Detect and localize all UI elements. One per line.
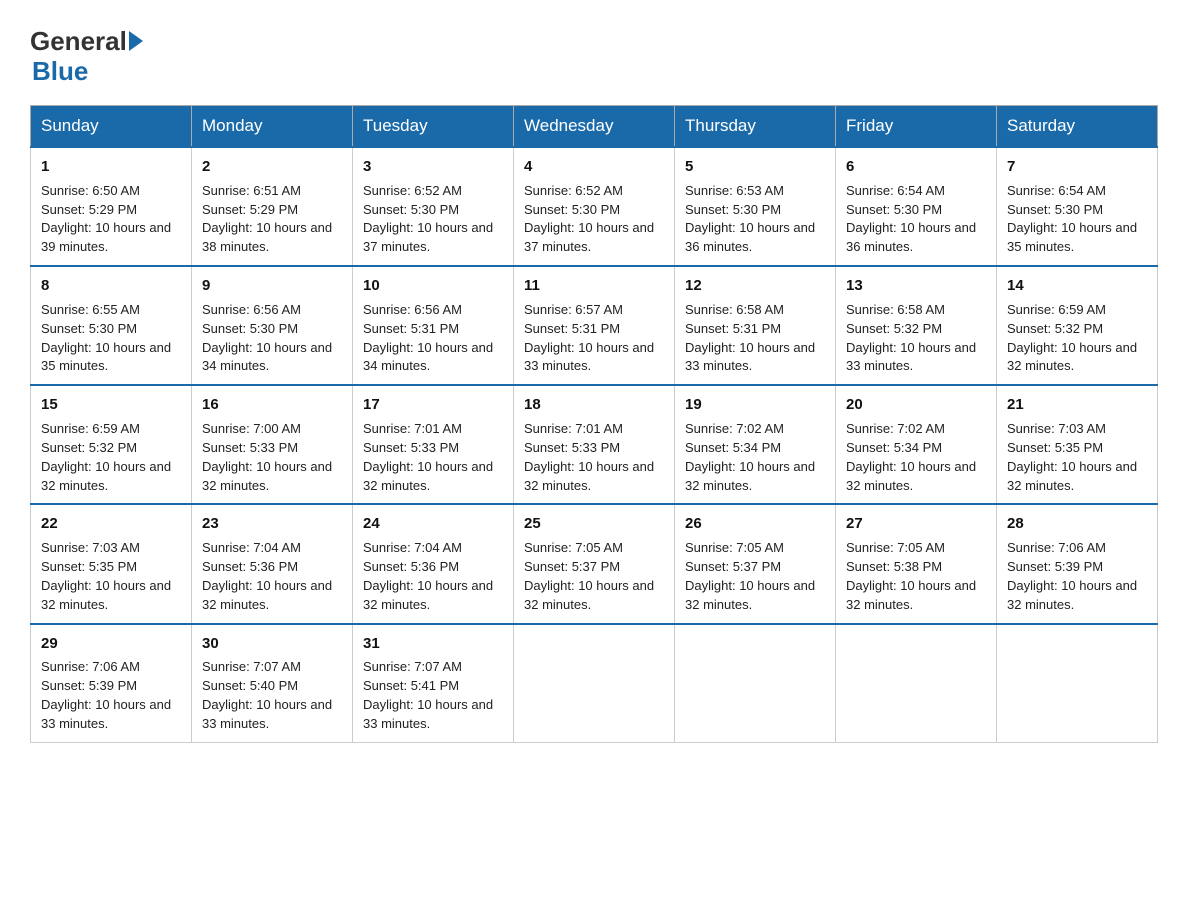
weekday-header-wednesday: Wednesday	[514, 106, 675, 148]
day-number: 12	[685, 275, 825, 297]
calendar-cell: 19Sunrise: 7:02 AMSunset: 5:34 PMDayligh…	[675, 385, 836, 504]
day-number: 11	[524, 275, 664, 297]
weekday-header-tuesday: Tuesday	[353, 106, 514, 148]
day-number: 5	[685, 156, 825, 178]
calendar-cell: 24Sunrise: 7:04 AMSunset: 5:36 PMDayligh…	[353, 504, 514, 623]
calendar-cell: 21Sunrise: 7:03 AMSunset: 5:35 PMDayligh…	[997, 385, 1158, 504]
calendar-cell: 8Sunrise: 6:55 AMSunset: 5:30 PMDaylight…	[31, 266, 192, 385]
calendar-cell: 13Sunrise: 6:58 AMSunset: 5:32 PMDayligh…	[836, 266, 997, 385]
calendar-cell: 23Sunrise: 7:04 AMSunset: 5:36 PMDayligh…	[192, 504, 353, 623]
calendar-cell: 3Sunrise: 6:52 AMSunset: 5:30 PMDaylight…	[353, 147, 514, 266]
week-row-5: 29Sunrise: 7:06 AMSunset: 5:39 PMDayligh…	[31, 624, 1158, 743]
calendar-cell: 30Sunrise: 7:07 AMSunset: 5:40 PMDayligh…	[192, 624, 353, 743]
logo-blue-text: Blue	[32, 56, 88, 87]
calendar-cell: 29Sunrise: 7:06 AMSunset: 5:39 PMDayligh…	[31, 624, 192, 743]
calendar-cell: 17Sunrise: 7:01 AMSunset: 5:33 PMDayligh…	[353, 385, 514, 504]
day-number: 3	[363, 156, 503, 178]
day-number: 7	[1007, 156, 1147, 178]
day-number: 13	[846, 275, 986, 297]
day-number: 20	[846, 394, 986, 416]
day-number: 2	[202, 156, 342, 178]
calendar-cell	[836, 624, 997, 743]
calendar-cell	[675, 624, 836, 743]
header: General Blue	[30, 20, 1158, 87]
calendar-cell: 12Sunrise: 6:58 AMSunset: 5:31 PMDayligh…	[675, 266, 836, 385]
calendar-cell: 25Sunrise: 7:05 AMSunset: 5:37 PMDayligh…	[514, 504, 675, 623]
weekday-header-sunday: Sunday	[31, 106, 192, 148]
calendar-cell: 27Sunrise: 7:05 AMSunset: 5:38 PMDayligh…	[836, 504, 997, 623]
day-number: 14	[1007, 275, 1147, 297]
day-number: 24	[363, 513, 503, 535]
calendar-cell: 31Sunrise: 7:07 AMSunset: 5:41 PMDayligh…	[353, 624, 514, 743]
calendar-cell: 6Sunrise: 6:54 AMSunset: 5:30 PMDaylight…	[836, 147, 997, 266]
day-number: 28	[1007, 513, 1147, 535]
day-number: 1	[41, 156, 181, 178]
day-number: 19	[685, 394, 825, 416]
calendar-cell: 2Sunrise: 6:51 AMSunset: 5:29 PMDaylight…	[192, 147, 353, 266]
day-number: 21	[1007, 394, 1147, 416]
calendar-table: SundayMondayTuesdayWednesdayThursdayFrid…	[30, 105, 1158, 743]
week-row-4: 22Sunrise: 7:03 AMSunset: 5:35 PMDayligh…	[31, 504, 1158, 623]
day-number: 15	[41, 394, 181, 416]
week-row-3: 15Sunrise: 6:59 AMSunset: 5:32 PMDayligh…	[31, 385, 1158, 504]
day-number: 8	[41, 275, 181, 297]
day-number: 18	[524, 394, 664, 416]
calendar-cell: 4Sunrise: 6:52 AMSunset: 5:30 PMDaylight…	[514, 147, 675, 266]
day-number: 10	[363, 275, 503, 297]
day-number: 4	[524, 156, 664, 178]
day-number: 25	[524, 513, 664, 535]
day-number: 9	[202, 275, 342, 297]
day-number: 31	[363, 633, 503, 655]
calendar-cell	[997, 624, 1158, 743]
calendar-cell: 26Sunrise: 7:05 AMSunset: 5:37 PMDayligh…	[675, 504, 836, 623]
weekday-header-thursday: Thursday	[675, 106, 836, 148]
logo-arrow-icon	[129, 31, 143, 51]
logo: General Blue	[30, 28, 145, 87]
weekday-header-row: SundayMondayTuesdayWednesdayThursdayFrid…	[31, 106, 1158, 148]
day-number: 16	[202, 394, 342, 416]
day-number: 26	[685, 513, 825, 535]
weekday-header-saturday: Saturday	[997, 106, 1158, 148]
calendar-cell	[514, 624, 675, 743]
day-number: 29	[41, 633, 181, 655]
calendar-cell: 28Sunrise: 7:06 AMSunset: 5:39 PMDayligh…	[997, 504, 1158, 623]
calendar-cell: 20Sunrise: 7:02 AMSunset: 5:34 PMDayligh…	[836, 385, 997, 504]
week-row-2: 8Sunrise: 6:55 AMSunset: 5:30 PMDaylight…	[31, 266, 1158, 385]
calendar-cell: 7Sunrise: 6:54 AMSunset: 5:30 PMDaylight…	[997, 147, 1158, 266]
calendar-cell: 9Sunrise: 6:56 AMSunset: 5:30 PMDaylight…	[192, 266, 353, 385]
calendar-cell: 11Sunrise: 6:57 AMSunset: 5:31 PMDayligh…	[514, 266, 675, 385]
calendar-cell: 18Sunrise: 7:01 AMSunset: 5:33 PMDayligh…	[514, 385, 675, 504]
calendar-cell: 15Sunrise: 6:59 AMSunset: 5:32 PMDayligh…	[31, 385, 192, 504]
day-number: 17	[363, 394, 503, 416]
day-number: 23	[202, 513, 342, 535]
day-number: 30	[202, 633, 342, 655]
day-number: 22	[41, 513, 181, 535]
calendar-cell: 22Sunrise: 7:03 AMSunset: 5:35 PMDayligh…	[31, 504, 192, 623]
calendar-cell: 10Sunrise: 6:56 AMSunset: 5:31 PMDayligh…	[353, 266, 514, 385]
weekday-header-friday: Friday	[836, 106, 997, 148]
weekday-header-monday: Monday	[192, 106, 353, 148]
calendar-cell: 16Sunrise: 7:00 AMSunset: 5:33 PMDayligh…	[192, 385, 353, 504]
week-row-1: 1Sunrise: 6:50 AMSunset: 5:29 PMDaylight…	[31, 147, 1158, 266]
calendar-cell: 1Sunrise: 6:50 AMSunset: 5:29 PMDaylight…	[31, 147, 192, 266]
day-number: 6	[846, 156, 986, 178]
logo-general-text: General	[30, 28, 127, 54]
day-number: 27	[846, 513, 986, 535]
calendar-cell: 14Sunrise: 6:59 AMSunset: 5:32 PMDayligh…	[997, 266, 1158, 385]
calendar-cell: 5Sunrise: 6:53 AMSunset: 5:30 PMDaylight…	[675, 147, 836, 266]
